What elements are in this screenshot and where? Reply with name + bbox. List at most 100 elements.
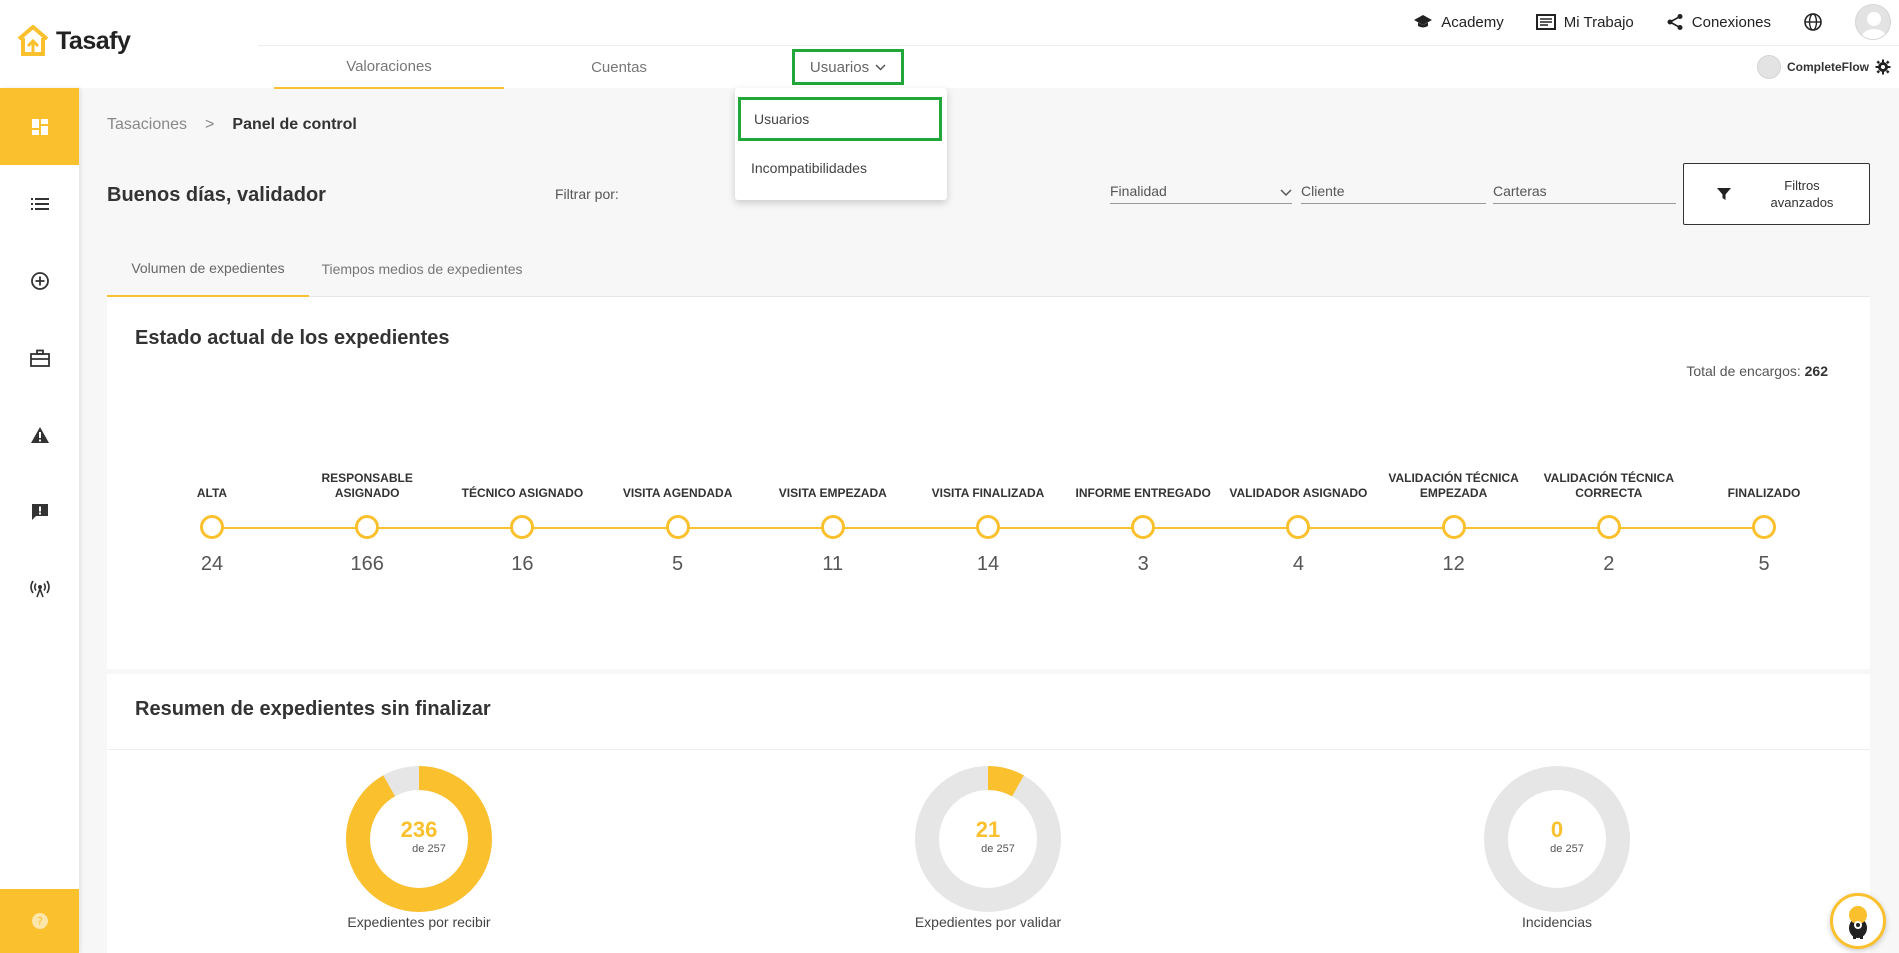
step-label: RESPONSABLE ASIGNADO	[321, 471, 413, 500]
warning-icon	[30, 426, 49, 443]
tab-usuarios-label: Usuarios	[809, 58, 870, 76]
finalidad-select[interactable]: Finalidad	[1110, 176, 1292, 204]
subtabs: Volumen de expedientes Tiempos medios de…	[107, 240, 1870, 297]
graduation-cap-icon	[1414, 15, 1433, 28]
step-value: 11	[822, 553, 844, 575]
mi-trabajo-link[interactable]: Mi Trabajo	[1535, 13, 1634, 31]
filter-funnel-icon	[1717, 188, 1731, 200]
donut-total: de 257	[981, 843, 1015, 855]
step-value: 5	[672, 553, 684, 575]
chevron-down-icon	[1280, 189, 1292, 197]
step-label: VALIDACIÓN TÉCNICA EMPEZADA	[1388, 471, 1519, 500]
mi-trabajo-label: Mi Trabajo	[1563, 13, 1634, 31]
total-value: 262	[1804, 363, 1828, 379]
conexiones-link[interactable]: Conexiones	[1666, 13, 1771, 31]
app-name: Tasafy	[56, 26, 131, 55]
language-button[interactable]	[1803, 12, 1823, 32]
mascot-icon	[1849, 906, 1867, 939]
menu-item-usuarios[interactable]: Usuarios	[738, 97, 942, 141]
conexiones-label: Conexiones	[1691, 13, 1771, 31]
sidebar-item-alerts[interactable]	[0, 396, 79, 473]
total-label: Total de encargos:	[1686, 363, 1801, 379]
user-silhouette-icon	[1861, 12, 1887, 39]
tab-volumen[interactable]: Volumen de expedientes	[107, 240, 309, 297]
sidebar-item-connections[interactable]	[0, 550, 79, 627]
donut-total: de 257	[1550, 843, 1584, 855]
carteras-input[interactable]: Carteras	[1493, 176, 1676, 204]
resumen-title: Resumen de expedientes sin finalizar	[135, 698, 491, 720]
sidebar-help-button[interactable]: ?	[0, 889, 79, 953]
main-nav: Valoraciones Cuentas Usuarios	[258, 45, 1899, 89]
step-value: 2	[1603, 553, 1615, 575]
gear-icon[interactable]	[1875, 59, 1891, 75]
tab-usuarios[interactable]: Usuarios	[792, 49, 904, 85]
divider	[107, 749, 1870, 750]
sidebar-item-portfolio[interactable]	[0, 319, 79, 396]
broadcast-icon	[29, 580, 50, 597]
donut-label: Incidencias	[1521, 914, 1593, 930]
step-label: INFORME ENTREGADO	[1075, 486, 1211, 500]
sidebar-item-feedback[interactable]	[0, 473, 79, 550]
step-value: 4	[1292, 553, 1304, 575]
page-title: Buenos días, validador	[107, 184, 326, 206]
step-label: FINALIZADO	[1727, 486, 1801, 500]
chat-assistant-button[interactable]	[1830, 893, 1886, 949]
breadcrumb-root[interactable]: Tasaciones	[107, 116, 187, 134]
usuarios-dropdown-menu: Usuarios Incompatibilidades	[735, 88, 947, 200]
donut-total: de 257	[412, 843, 446, 855]
top-bar: Tasafy Academy Mi Trabajo Conexiones Val…	[0, 0, 1899, 89]
advanced-filters-button[interactable]: Filtros avanzados	[1683, 163, 1870, 225]
step-dot	[1596, 515, 1621, 539]
cliente-input[interactable]: Cliente	[1301, 176, 1486, 204]
user-menu[interactable]: CompleteFlow	[1756, 55, 1891, 79]
finalidad-value: Finalidad	[1110, 183, 1167, 199]
share-icon	[1667, 14, 1683, 30]
step-value: 14	[976, 553, 1000, 575]
step-value: 12	[1442, 553, 1465, 575]
donut-value: 236	[400, 817, 438, 842]
dashboard-icon	[31, 118, 48, 135]
user-name: CompleteFlow	[1786, 60, 1869, 74]
tab-tiempos[interactable]: Tiempos medios de expedientes	[309, 240, 535, 297]
estado-title: Estado actual de los expedientes	[135, 327, 450, 349]
logo[interactable]: Tasafy	[16, 24, 131, 58]
breadcrumb-separator: >	[205, 116, 215, 133]
step-dot	[820, 515, 845, 539]
step-dot	[665, 515, 690, 539]
menu-item-incompatibilidades[interactable]: Incompatibilidades	[735, 146, 947, 190]
filter-label: Filtrar por:	[555, 186, 619, 202]
sidebar-item-dashboard[interactable]	[0, 88, 79, 165]
donut-chart: 21 de 257	[914, 765, 1062, 913]
profile-avatar[interactable]	[1855, 4, 1891, 40]
step-dot	[1441, 515, 1466, 539]
donut-center: 21 de 257	[914, 765, 1062, 913]
donut-label: Expedientes por recibir	[347, 914, 491, 930]
donut-center: 236 de 257	[345, 765, 493, 913]
step-value: 5	[1758, 553, 1770, 575]
chevron-down-icon	[875, 63, 886, 71]
sidebar-item-add[interactable]	[0, 242, 79, 319]
academy-link[interactable]: Academy	[1413, 13, 1504, 31]
globe-icon	[1804, 13, 1822, 31]
tab-valoraciones[interactable]: Valoraciones	[274, 46, 504, 89]
sidebar: ?	[0, 88, 79, 953]
step-label: VISITA FINALIZADA	[931, 486, 1045, 500]
cliente-placeholder: Cliente	[1301, 183, 1345, 199]
tab-cuentas[interactable]: Cuentas	[504, 46, 734, 89]
step-label: VISITA EMPEZADA	[778, 486, 887, 500]
top-links: Academy Mi Trabajo Conexiones	[1413, 0, 1891, 44]
work-list-icon	[1535, 14, 1556, 30]
donut-value: 0	[1550, 817, 1564, 842]
step-label: TÉCNICO ASIGNADO	[461, 486, 584, 500]
total-encargos: Total de encargos: 262	[1686, 363, 1828, 379]
sidebar-item-list[interactable]	[0, 165, 79, 242]
step-dot	[1131, 515, 1156, 539]
step-label: VALIDADOR ASIGNADO	[1229, 486, 1368, 500]
briefcase-icon	[29, 349, 50, 367]
academy-label: Academy	[1441, 13, 1504, 31]
donut-center: 0 de 257	[1483, 765, 1631, 913]
carteras-placeholder: Carteras	[1493, 183, 1547, 199]
step-dot	[200, 515, 224, 539]
step-dot	[1752, 515, 1776, 539]
user-avatar	[1756, 55, 1781, 79]
